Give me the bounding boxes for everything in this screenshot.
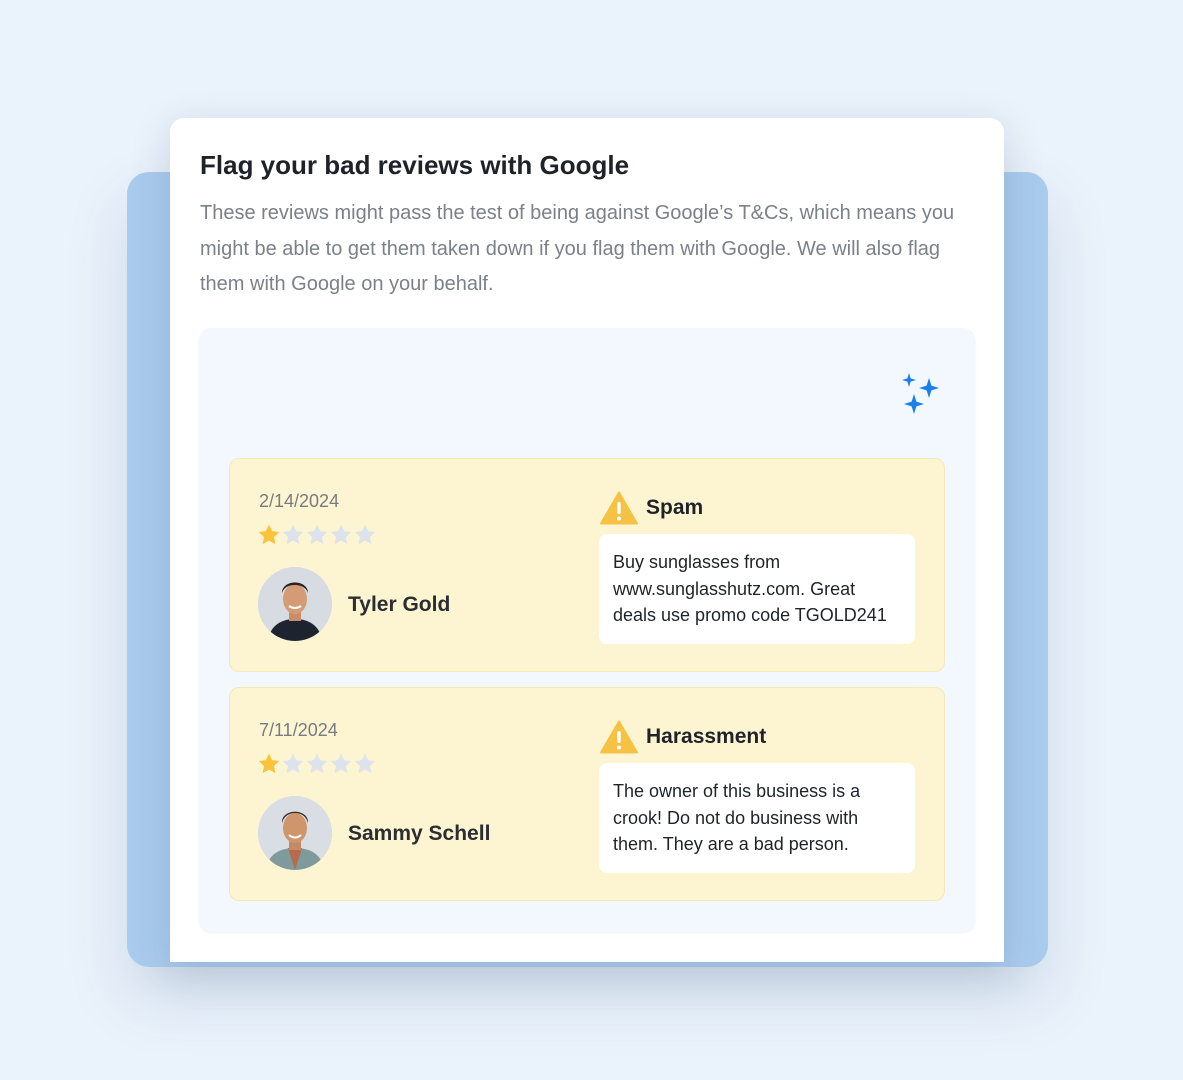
flag-type-label: Spam — [646, 496, 704, 519]
reviews-panel: 2/14/2024 Tyler Gold Spam Buy sunglasses… — [199, 328, 975, 932]
review-text: The owner of this business is a crook! D… — [599, 763, 915, 873]
avatar — [258, 567, 332, 641]
flag-reviews-card: Flag your bad reviews with Google These … — [170, 118, 1004, 962]
warning-icon — [600, 720, 638, 754]
review-date: 7/11/2024 — [259, 720, 338, 740]
review-card: 2/14/2024 Tyler Gold Spam Buy sunglasses… — [229, 458, 945, 672]
star-icon — [306, 753, 328, 774]
review-text: Buy sunglasses from www.sunglasshutz.com… — [599, 534, 915, 644]
avatar — [258, 796, 332, 870]
flag-header: Spam — [600, 491, 703, 525]
review-date: 2/14/2024 — [259, 491, 340, 511]
warning-icon — [600, 491, 638, 525]
star-icon — [258, 753, 280, 774]
review-card: 7/11/2024 Sammy Schell Harassment The ow… — [229, 687, 945, 901]
star-icon — [282, 753, 304, 774]
star-rating — [257, 523, 377, 547]
card-title: Flag your bad reviews with Google — [200, 150, 630, 180]
star-icon — [354, 753, 376, 774]
sparkle-icon — [902, 373, 939, 414]
reviewer-name: Tyler Gold — [348, 593, 451, 616]
star-icon — [258, 524, 280, 545]
star-icon — [306, 524, 328, 545]
flag-type-label: Harassment — [646, 725, 767, 748]
star-icon — [354, 524, 376, 545]
star-rating — [257, 752, 377, 776]
star-icon — [330, 524, 352, 545]
star-icon — [330, 753, 352, 774]
reviewer-name: Sammy Schell — [348, 822, 491, 845]
flag-header: Harassment — [600, 720, 766, 754]
star-icon — [282, 524, 304, 545]
card-description: These reviews might pass the test of bei… — [200, 202, 955, 295]
